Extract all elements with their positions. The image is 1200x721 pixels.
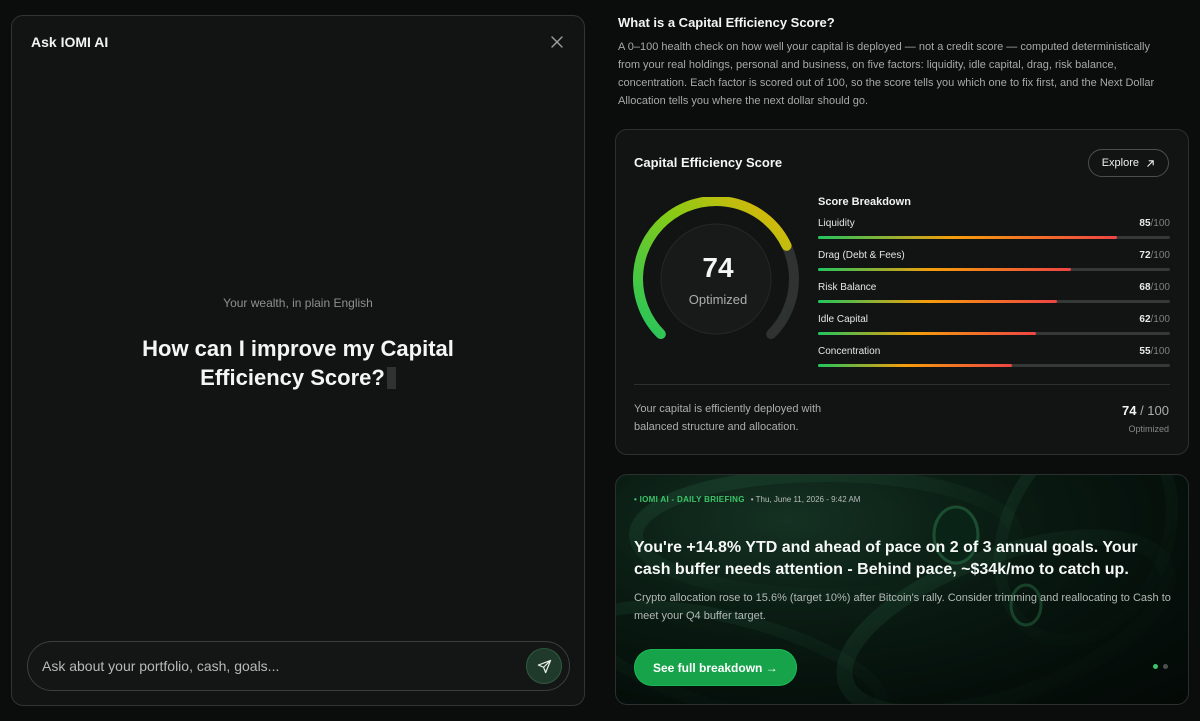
metric-score-value: 55	[1139, 346, 1151, 357]
metric-bar-track	[818, 300, 1170, 303]
metric-score: 68/100	[1139, 282, 1170, 293]
summary-score-max: / 100	[1136, 403, 1169, 418]
metric-row: Liquidity 85/100	[818, 218, 1170, 250]
chat-input-box	[27, 641, 570, 691]
carousel-dot[interactable]	[1163, 664, 1168, 669]
typing-cursor	[386, 367, 396, 389]
chat-input[interactable]	[42, 642, 512, 690]
send-icon	[537, 659, 551, 673]
score-gauge: 74 Optimized	[633, 197, 803, 347]
metric-bar-fill	[818, 300, 1058, 303]
summary-score-label: Optimized	[1128, 424, 1169, 434]
chat-panel: Ask IOMI AI Your wealth, in plain Englis…	[11, 15, 585, 706]
metric-score-max: /100	[1150, 346, 1170, 357]
arrow-up-right-icon	[1147, 159, 1154, 167]
briefing-text: Crypto allocation rose to 15.6% (target …	[634, 592, 1171, 622]
metric-score-value: 72	[1139, 250, 1151, 261]
metric-row: Concentration 55/100	[818, 346, 1170, 378]
see-full-breakdown-button[interactable]: See full breakdown →	[634, 649, 797, 686]
chat-intro: Your wealth, in plain English How can I …	[12, 296, 584, 392]
chat-question-text: How can I improve my Capital Efficiency …	[142, 336, 454, 390]
metric-score-value: 85	[1139, 218, 1151, 229]
metric-score: 62/100	[1139, 314, 1170, 325]
metric-label: Drag (Debt & Fees)	[818, 250, 905, 261]
metric-label: Risk Balance	[818, 282, 877, 293]
carousel-dots	[1153, 664, 1168, 669]
chat-question: How can I improve my Capital Efficiency …	[133, 334, 463, 392]
metric-score: 55/100	[1139, 346, 1170, 357]
explore-label: Explore	[1101, 157, 1139, 169]
score-breakdown: Score Breakdown Liquidity 85/100 Drag (Deb…	[818, 196, 1170, 378]
metric-bar-fill	[818, 332, 1037, 335]
chat-title: Ask IOMI AI	[31, 34, 109, 50]
carousel-dot[interactable]	[1153, 664, 1158, 669]
score-card: Capital Efficiency Score Explore 74 Opti…	[615, 129, 1189, 455]
breakdown-title: Score Breakdown	[818, 196, 911, 208]
metric-row: Risk Balance 68/100	[818, 282, 1170, 314]
chat-eyebrow: Your wealth, in plain English	[223, 296, 373, 310]
metric-score-max: /100	[1150, 282, 1170, 293]
briefing-headline: You're +14.8% YTD and ahead of pace on 2…	[634, 539, 1138, 578]
metric-score: 85/100	[1139, 218, 1170, 229]
summary-score: 74 / 100 Optimized	[1122, 403, 1169, 434]
daily-briefing-card: • IOMI AI - DAILY BRIEFING • Thu, June 1…	[615, 474, 1189, 705]
metric-bar-track	[818, 268, 1170, 271]
divider	[634, 384, 1170, 385]
score-card-title: Capital Efficiency Score	[634, 155, 783, 170]
metric-label: Concentration	[818, 346, 881, 357]
info-title: What is a Capital Efficiency Score?	[618, 15, 835, 30]
briefing-tag: • IOMI AI - DAILY BRIEFING	[634, 495, 745, 504]
metric-bar-track	[818, 364, 1170, 367]
metric-label: Liquidity	[818, 218, 855, 229]
gauge-value: 74	[702, 252, 734, 283]
send-button[interactable]	[526, 648, 562, 684]
gauge-label: Optimized	[688, 292, 748, 307]
metric-list: Liquidity 85/100 Drag (Debt & Fees) 72/100 R…	[818, 218, 1170, 378]
metric-bar-track	[818, 332, 1170, 335]
metric-score-value: 68	[1139, 282, 1151, 293]
metric-score-max: /100	[1150, 218, 1170, 229]
metric-row: Idle Capital 62/100	[818, 314, 1170, 346]
metric-bar-track	[818, 236, 1170, 239]
close-icon	[551, 36, 563, 48]
score-summary: Your capital is efficiently deployed wit…	[634, 403, 822, 433]
info-body: A 0–100 health check on how well your ca…	[618, 41, 1155, 107]
metric-score-max: /100	[1150, 250, 1170, 261]
explore-button[interactable]: Explore	[1087, 149, 1169, 177]
metric-bar-fill	[818, 364, 1012, 367]
metric-score-max: /100	[1150, 314, 1170, 325]
metric-row: Drag (Debt & Fees) 72/100	[818, 250, 1170, 282]
metric-bar-fill	[818, 268, 1072, 271]
briefing-date: • Thu, June 11, 2026 - 9:42 AM	[750, 495, 861, 504]
close-button[interactable]	[548, 33, 566, 51]
metric-score: 72/100	[1139, 250, 1170, 261]
briefing-meta: • IOMI AI - DAILY BRIEFING • Thu, June 1…	[634, 495, 860, 504]
metric-label: Idle Capital	[818, 314, 869, 325]
metric-bar-fill	[818, 236, 1118, 239]
summary-score-value: 74	[1122, 403, 1137, 418]
metric-score-value: 62	[1139, 314, 1151, 325]
